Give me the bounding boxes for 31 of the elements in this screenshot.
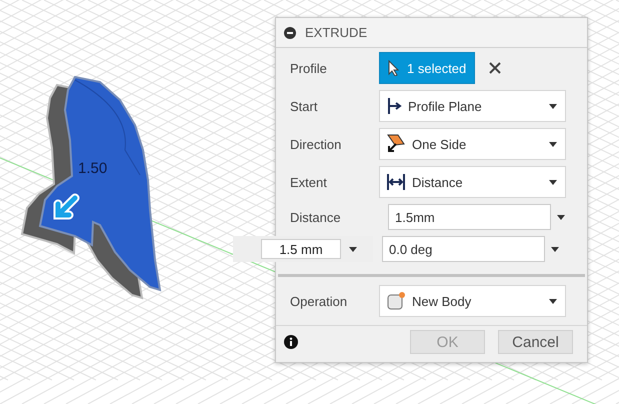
field-label: Operation — [289, 294, 348, 308]
caret-icon — [549, 142, 557, 146]
caret-icon — [557, 214, 565, 220]
direction-icon — [386, 134, 406, 154]
dialog-button[interactable]: Cancel — [498, 330, 573, 354]
plane-start-icon — [386, 97, 402, 115]
caret-icon — [549, 180, 557, 184]
caret-icon — [549, 104, 557, 108]
field-label: Direction — [289, 136, 342, 152]
caret-icon — [349, 246, 357, 252]
distance-input[interactable]: 1.5 mm — [261, 239, 341, 259]
dropdown[interactable]: One Side — [379, 128, 566, 160]
distance-icon — [386, 173, 406, 191]
field-label: Extent — [289, 174, 328, 190]
field-label: Start — [289, 98, 318, 114]
dropdown[interactable]: New Body — [379, 285, 566, 317]
cursor-icon — [388, 60, 399, 76]
arrow-icon — [54, 194, 80, 220]
caret-icon — [549, 298, 557, 304]
value-field[interactable]: 0.0 deg — [382, 236, 545, 262]
panel-title: EXTRUDE — [305, 25, 368, 40]
value-field[interactable]: 1.5mm — [388, 204, 551, 230]
new-body-icon — [386, 291, 406, 311]
caret-icon — [551, 246, 559, 252]
dimension-label: 1.50 — [78, 160, 108, 177]
dropdown[interactable]: Profile Plane — [379, 90, 566, 122]
dropdown[interactable]: Distance — [379, 166, 566, 198]
field-label: Distance — [289, 210, 342, 224]
field-label: Profile — [289, 60, 328, 76]
info-icon[interactable] — [284, 335, 298, 349]
collapse-icon[interactable] — [284, 26, 296, 38]
